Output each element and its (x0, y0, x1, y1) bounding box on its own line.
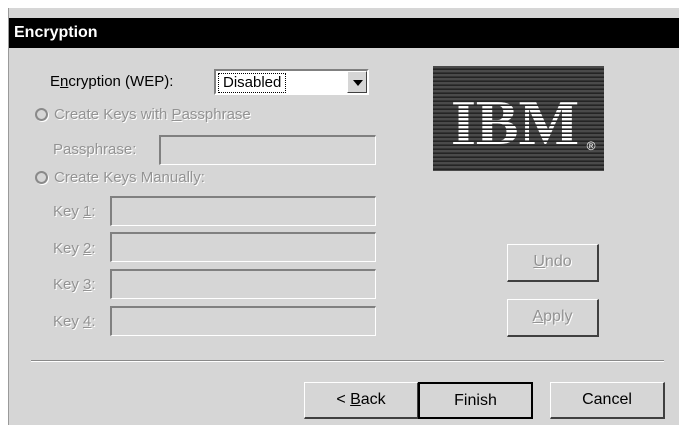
passphrase-label: Passphrase: (53, 141, 137, 158)
encryption-dropdown-value: Disabled (218, 73, 287, 93)
cancel-button[interactable]: Cancel (550, 382, 665, 419)
key-4-input[interactable] (110, 306, 376, 336)
divider (31, 360, 664, 362)
ibm-logo: IBM ® (433, 66, 604, 171)
manual-option-label: Create Keys Manually: (54, 169, 205, 186)
window-title: Encryption (14, 24, 98, 41)
registered-mark: ® (587, 139, 596, 153)
back-button[interactable]: < Back (304, 382, 419, 419)
title-bar: Encryption (9, 18, 679, 48)
ibm-logo-graphic: IBM ® (433, 66, 604, 171)
manual-keys-radio[interactable] (35, 171, 48, 184)
key-1-input[interactable] (110, 196, 376, 226)
undo-button[interactable]: Undo (507, 244, 599, 282)
encryption-label: Encryption (WEP): (50, 73, 174, 90)
key-2-input[interactable] (110, 232, 376, 262)
passphrase-input[interactable] (159, 135, 376, 165)
passphrase-option-label: Create Keys with Passphrase (54, 106, 251, 123)
passphrase-radio[interactable] (35, 108, 48, 121)
ibm-logo-text: IBM (451, 87, 579, 158)
key-3-input[interactable] (110, 269, 376, 299)
apply-button[interactable]: Apply (507, 299, 599, 337)
chevron-down-icon[interactable] (347, 71, 367, 93)
encryption-dropdown[interactable]: Disabled (214, 69, 369, 95)
key-3-label: Key 3: (53, 276, 96, 293)
encryption-window: Encryption Encryption (WEP): Disabled IB… (8, 8, 679, 425)
finish-button[interactable]: Finish (418, 382, 533, 419)
key-2-label: Key 2: (53, 240, 96, 257)
key-4-label: Key 4: (53, 313, 96, 330)
key-1-label: Key 1: (53, 203, 96, 220)
